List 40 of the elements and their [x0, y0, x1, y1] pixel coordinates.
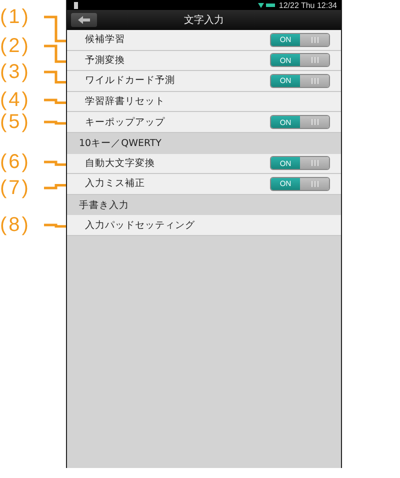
- section-header: 手書き入力: [79, 198, 129, 212]
- setting-row[interactable]: 学習辞書リセット: [67, 92, 341, 112]
- callout-number: (6): [0, 150, 32, 175]
- grip-icon: [310, 78, 320, 84]
- status-time: 12/22 Thu 12:34: [278, 0, 337, 10]
- grip-icon: [310, 36, 320, 43]
- setting-label: 入力パッドセッティング: [85, 218, 196, 232]
- sd-card-icon: [74, 2, 78, 8]
- leader-line: [44, 120, 66, 125]
- screen-title: 文字入力: [183, 14, 225, 27]
- grip-icon: [310, 119, 320, 126]
- setting-label: 入力ミス補正: [85, 177, 146, 190]
- grip-icon: [310, 160, 320, 166]
- setting-row[interactable]: 入力パッドセッティング: [67, 215, 341, 236]
- leader-line: [44, 160, 66, 166]
- callout-number: (2): [0, 34, 32, 59]
- back-arrow-icon: [78, 16, 90, 24]
- back-button[interactable]: [71, 13, 97, 27]
- callout-number: (4): [0, 88, 32, 113]
- grip-icon: [310, 57, 320, 64]
- setting-label: 候補学習: [85, 33, 126, 46]
- grip-icon: [310, 180, 320, 187]
- setting-label: キーポップアップ: [85, 116, 166, 129]
- leader-line: [44, 44, 66, 63]
- setting-label: 予測変換: [85, 54, 126, 67]
- setting-label: ワイルドカード予測: [85, 74, 176, 88]
- callout-number: (8): [0, 213, 32, 238]
- setting-label: 自動大文字変換: [85, 156, 156, 170]
- setting-label: 学習辞書リセット: [85, 95, 166, 108]
- leader-line: [44, 224, 66, 228]
- leader-line: [44, 16, 66, 42]
- callout-number: (7): [0, 176, 32, 201]
- callout-number: (1): [0, 5, 32, 30]
- callout-number: (5): [0, 110, 32, 135]
- section-header: 10キー／QWERTY: [79, 136, 162, 150]
- callout-number: (3): [0, 60, 32, 85]
- wifi-battery-icon: [258, 2, 275, 8]
- leader-line: [44, 184, 66, 190]
- leader-line: [44, 98, 66, 104]
- leader-line: [44, 70, 66, 84]
